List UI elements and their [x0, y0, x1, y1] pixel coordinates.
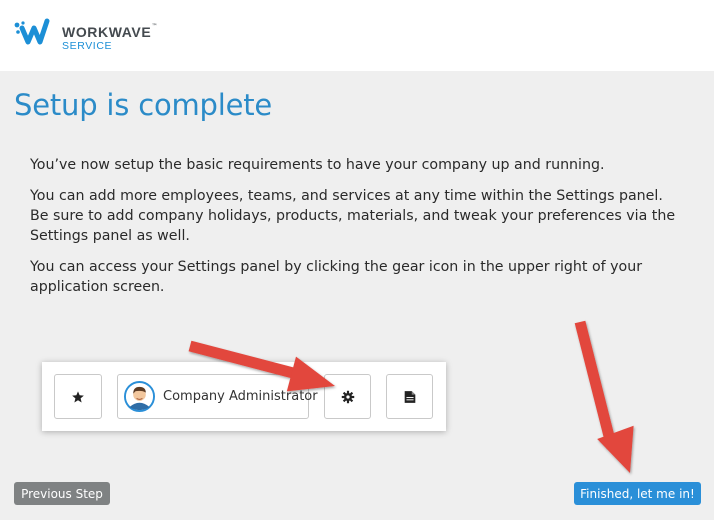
instructions: You’ve now setup the basic requirements … — [30, 155, 680, 308]
instruction-paragraph-3: You can access your Settings panel by cl… — [30, 259, 643, 295]
brand-product: SERVICE — [62, 40, 113, 52]
gear-icon — [341, 390, 354, 403]
previous-step-button[interactable]: Previous Step — [14, 482, 110, 505]
star-icon — [72, 390, 85, 403]
settings-illustration: Company Administrator — [42, 362, 446, 431]
brand-trademark: ™ — [151, 23, 158, 30]
instruction-paragraph-1: You’ve now setup the basic requirements … — [30, 157, 605, 173]
document-icon — [404, 390, 416, 403]
brand-name: WORKWAVE — [62, 24, 152, 40]
workwave-logo-icon — [14, 18, 50, 45]
notes-button-illustration — [386, 374, 433, 419]
header: WORKWAVE™ SERVICE — [0, 0, 714, 71]
favorites-button-illustration — [54, 374, 102, 419]
page-title: Setup is complete — [14, 88, 273, 122]
settings-button-illustration — [324, 374, 371, 419]
user-menu-illustration: Company Administrator — [117, 374, 318, 419]
user-name-label: Company Administrator — [163, 389, 318, 404]
instruction-paragraph-2: You can add more employees, teams, and s… — [30, 188, 676, 244]
avatar — [124, 381, 155, 412]
finish-button[interactable]: Finished, let me in! — [574, 482, 701, 505]
